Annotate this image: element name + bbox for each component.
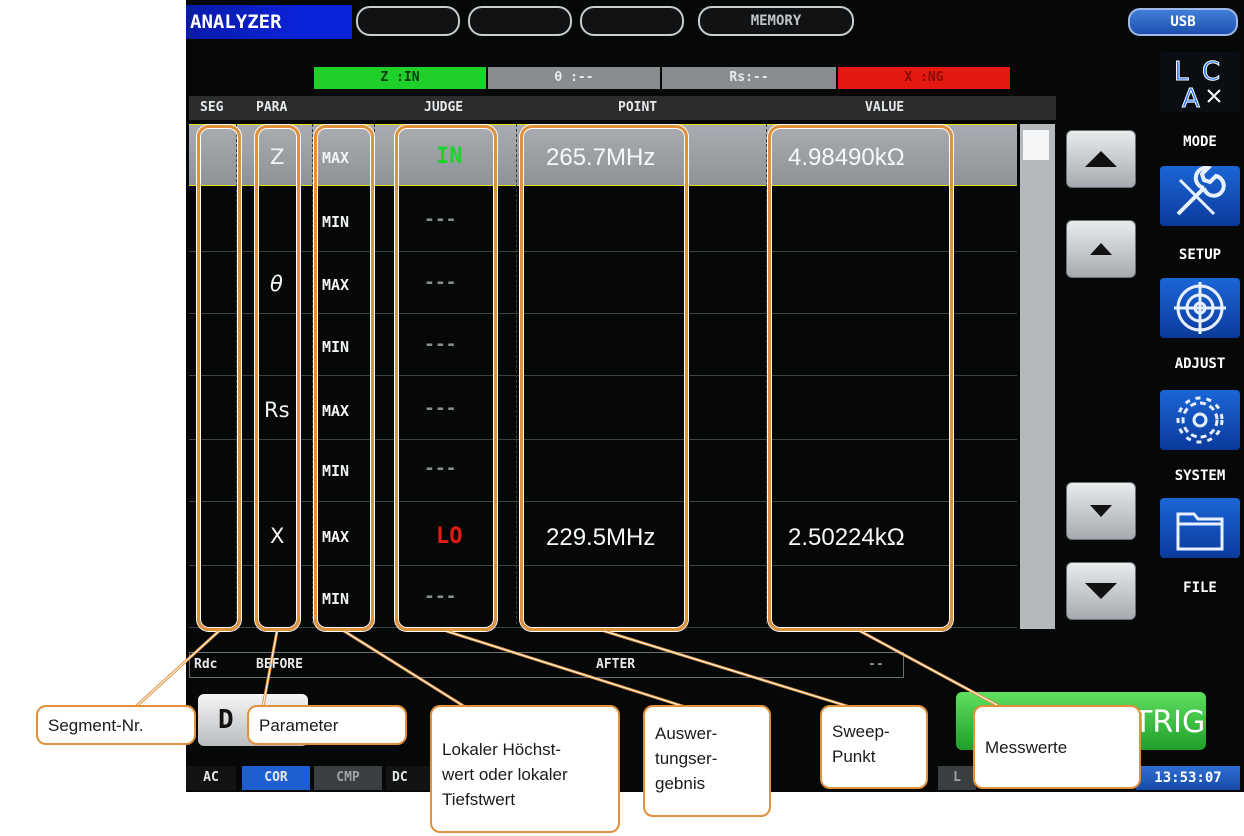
callout-values: Messwerte [973, 705, 1141, 789]
callout-parameter: Parameter [247, 705, 407, 745]
callout-result: Auswer- tungser- gebnis [643, 705, 771, 817]
callout-sweep: Sweep- Punkt [820, 705, 928, 789]
callout-local-extreme: Lokaler Höchst- wert oder lokaler Tiefst… [430, 705, 620, 833]
callout-segment: Segment-Nr. [36, 705, 196, 745]
